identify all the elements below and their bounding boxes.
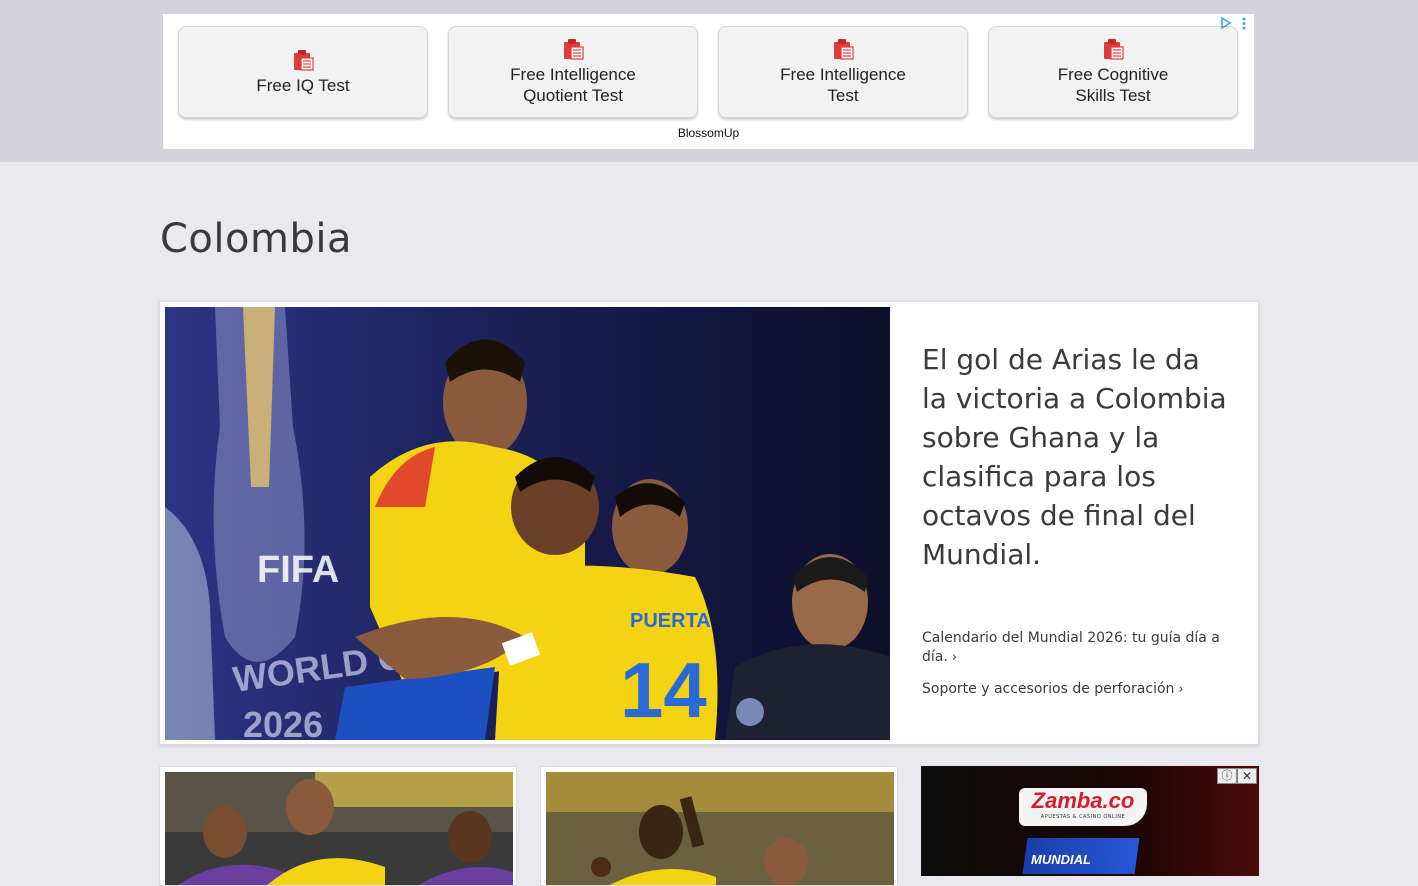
related-link-soporte[interactable]: Soporte y accesorios de perforación › bbox=[922, 680, 1232, 699]
related-link-label: Soporte y accesorios de perforación bbox=[922, 681, 1175, 697]
ad-button-free-intelligence-test[interactable]: Free Intelligence Test bbox=[718, 26, 968, 118]
ad-banner: Free IQ Test Free Intelligence Quotient … bbox=[163, 14, 1254, 149]
ad-close-icon[interactable]: ✕ bbox=[1237, 768, 1257, 784]
zamba-ad[interactable]: ⓘ ✕ Zamba.co APUESTAS & CASINO ONLINE MU… bbox=[921, 766, 1259, 876]
hero-text-jersey-number: 14 bbox=[620, 646, 707, 734]
ad-attribution[interactable]: BlossomUp bbox=[163, 126, 1254, 140]
chevron-right-icon: › bbox=[1178, 682, 1184, 697]
ad-menu-icon[interactable] bbox=[1242, 17, 1246, 30]
ad-button-free-cognitive-skills-test[interactable]: Free Cognitive Skills Test bbox=[988, 26, 1238, 118]
ad-button-label: Free Intelligence Quotient Test bbox=[510, 65, 636, 105]
ad-banner-area: Free IQ Test Free Intelligence Quotient … bbox=[0, 0, 1418, 162]
clipboard-icon bbox=[294, 49, 314, 71]
hero-text-jersey-name: PUERTA bbox=[630, 610, 711, 632]
ad-button-label: Free IQ Test bbox=[256, 75, 350, 95]
mundial-label: MUNDIAL bbox=[1031, 852, 1091, 867]
article-card[interactable] bbox=[159, 766, 517, 886]
page-title: Colombia bbox=[160, 216, 352, 262]
article-card-image[interactable] bbox=[546, 772, 894, 885]
hero-text: El gol de Arias le da la victoria a Colo… bbox=[922, 340, 1232, 574]
clipboard-icon bbox=[1104, 39, 1124, 60]
hero-text-year: 2026 bbox=[243, 704, 323, 740]
article-photo bbox=[165, 772, 513, 885]
chevron-right-icon: › bbox=[951, 650, 958, 665]
clipboard-icon bbox=[564, 39, 584, 60]
zamba-logo: Zamba.co APUESTAS & CASINO ONLINE bbox=[1019, 788, 1147, 826]
zamba-brand: Zamba.co bbox=[1031, 788, 1135, 813]
article-card[interactable] bbox=[540, 766, 898, 886]
clipboard-icon bbox=[834, 39, 854, 60]
hero-image[interactable]: FIFA WORLD CUP 2026 PUERTA 14 bbox=[165, 307, 890, 740]
article-photo bbox=[546, 772, 894, 885]
hero-headline[interactable]: El gol de Arias le da la victoria a Colo… bbox=[922, 340, 1232, 574]
hero-article-card[interactable]: FIFA WORLD CUP 2026 PUERTA 14 El gol de … bbox=[159, 301, 1259, 745]
ad-button-label: Free Intelligence Test bbox=[780, 65, 906, 105]
ad-button-label: Free Cognitive Skills Test bbox=[1057, 65, 1169, 105]
ad-info-icon[interactable]: ⓘ bbox=[1217, 768, 1237, 784]
zamba-tagline: APUESTAS & CASINO ONLINE bbox=[1040, 814, 1126, 820]
related-link-calendario[interactable]: Calendario del Mundial 2026: tu guía día… bbox=[922, 629, 1232, 667]
article-card-image[interactable] bbox=[165, 772, 513, 885]
ad-button-free-intelligence-quotient-test[interactable]: Free Intelligence Quotient Test bbox=[448, 26, 698, 118]
related-link-label: Calendario del Mundial 2026: tu guía día… bbox=[922, 630, 1220, 665]
adchoices-icon[interactable] bbox=[1220, 17, 1232, 29]
hero-text-fifa: FIFA bbox=[257, 549, 339, 591]
ad-button-free-iq-test[interactable]: Free IQ Test bbox=[178, 26, 428, 118]
hero-photo: FIFA WORLD CUP 2026 PUERTA 14 bbox=[165, 307, 890, 740]
